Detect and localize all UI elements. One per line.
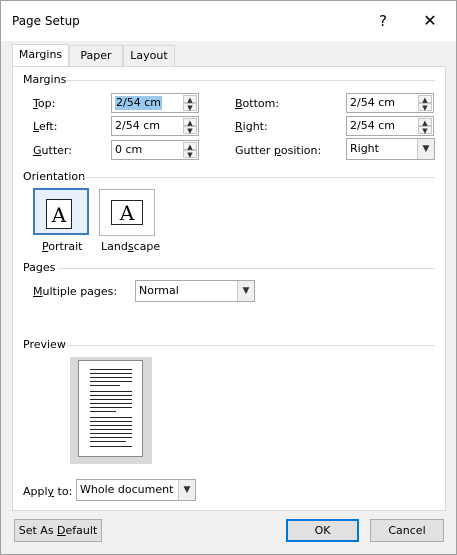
chevron-down-icon[interactable]: ▼ <box>417 139 434 159</box>
portrait-label: Portrait <box>42 240 83 253</box>
dialog-title: Page Setup <box>12 14 80 28</box>
orientation-section-label: Orientation <box>23 170 86 183</box>
spin-down-icon: ▼ <box>183 103 197 112</box>
set-as-default-button[interactable]: Set As Default <box>14 519 102 542</box>
multiple-pages-label: Multiple pages: <box>33 285 118 298</box>
margins-section-label: Margins <box>23 73 67 86</box>
bottom-margin-spinner[interactable]: 2/54 cm ▲ ▼ <box>346 93 434 113</box>
bottom-label: Bottom: <box>235 97 280 110</box>
chevron-down-icon[interactable]: ▼ <box>237 281 254 301</box>
right-margin-spin-arrows[interactable]: ▲ ▼ <box>418 118 432 135</box>
preview-divider <box>67 345 435 346</box>
orientation-divider <box>83 177 435 178</box>
spin-down-icon: ▼ <box>183 150 197 159</box>
bottom-margin-value: 2/54 cm <box>350 96 395 109</box>
page-setup-dialog: Page Setup ? ✕ Margins Paper Layout Marg… <box>0 0 457 555</box>
gutter-spinner[interactable]: 0 cm ▲ ▼ <box>111 140 199 160</box>
right-label: Right: <box>235 120 268 133</box>
left-margin-spinner[interactable]: 2/54 cm ▲ ▼ <box>111 116 199 136</box>
title-bar: Page Setup ? ✕ <box>1 1 456 41</box>
spin-up-icon: ▲ <box>183 142 197 151</box>
left-margin-spin-arrows[interactable]: ▲ ▼ <box>183 118 197 135</box>
spin-down-icon: ▼ <box>418 103 432 112</box>
multiple-pages-value: Normal <box>139 284 179 297</box>
spin-up-icon: ▲ <box>183 95 197 104</box>
landscape-page-icon: A <box>111 200 143 225</box>
right-margin-value: 2/54 cm <box>350 119 395 132</box>
landscape-button[interactable]: A <box>99 189 155 236</box>
spin-up-icon: ▲ <box>418 118 432 127</box>
cancel-button[interactable]: Cancel <box>370 519 444 542</box>
left-margin-value: 2/54 cm <box>115 119 160 132</box>
spin-down-icon: ▼ <box>183 126 197 135</box>
gutter-position-select[interactable]: Right ▼ <box>346 138 435 160</box>
gutter-spin-arrows[interactable]: ▲ ▼ <box>183 142 197 159</box>
top-margin-spinner[interactable]: 2/54 cm ▲ ▼ <box>111 93 199 113</box>
bottom-margin-spin-arrows[interactable]: ▲ ▼ <box>418 95 432 112</box>
left-label: Left: <box>33 120 58 133</box>
gutter-value: 0 cm <box>115 143 143 156</box>
page-preview <box>70 357 152 464</box>
close-icon[interactable]: ✕ <box>413 7 447 35</box>
pages-divider <box>59 268 435 269</box>
apply-to-label: Apply to: <box>23 485 73 498</box>
tab-layout[interactable]: Layout <box>123 45 175 66</box>
gutter-label: Gutter: <box>33 144 72 157</box>
ok-button[interactable]: OK <box>286 519 359 542</box>
tab-paper[interactable]: Paper <box>69 45 123 66</box>
right-margin-spinner[interactable]: 2/54 cm ▲ ▼ <box>346 116 434 136</box>
spin-up-icon: ▲ <box>183 118 197 127</box>
gutter-position-label: Gutter position: <box>235 144 322 157</box>
help-icon[interactable]: ? <box>373 9 393 33</box>
landscape-label: Landscape <box>101 240 161 253</box>
margins-divider <box>67 80 435 81</box>
chevron-down-icon[interactable]: ▼ <box>178 480 195 500</box>
tab-margins[interactable]: Margins <box>12 44 69 67</box>
pages-section-label: Pages <box>23 261 56 274</box>
top-margin-spin-arrows[interactable]: ▲ ▼ <box>183 95 197 112</box>
apply-to-value: Whole document <box>80 483 174 496</box>
multiple-pages-select[interactable]: Normal ▼ <box>135 280 255 302</box>
top-label: Top: <box>33 97 56 110</box>
spin-down-icon: ▼ <box>418 126 432 135</box>
preview-page <box>78 360 143 457</box>
top-margin-value: 2/54 cm <box>115 96 162 110</box>
gutter-position-value: Right <box>350 142 379 155</box>
spin-up-icon: ▲ <box>418 95 432 104</box>
preview-section-label: Preview <box>23 338 66 351</box>
portrait-button[interactable]: A <box>33 188 89 235</box>
apply-to-select[interactable]: Whole document ▼ <box>76 479 196 501</box>
portrait-page-icon: A <box>46 199 72 229</box>
